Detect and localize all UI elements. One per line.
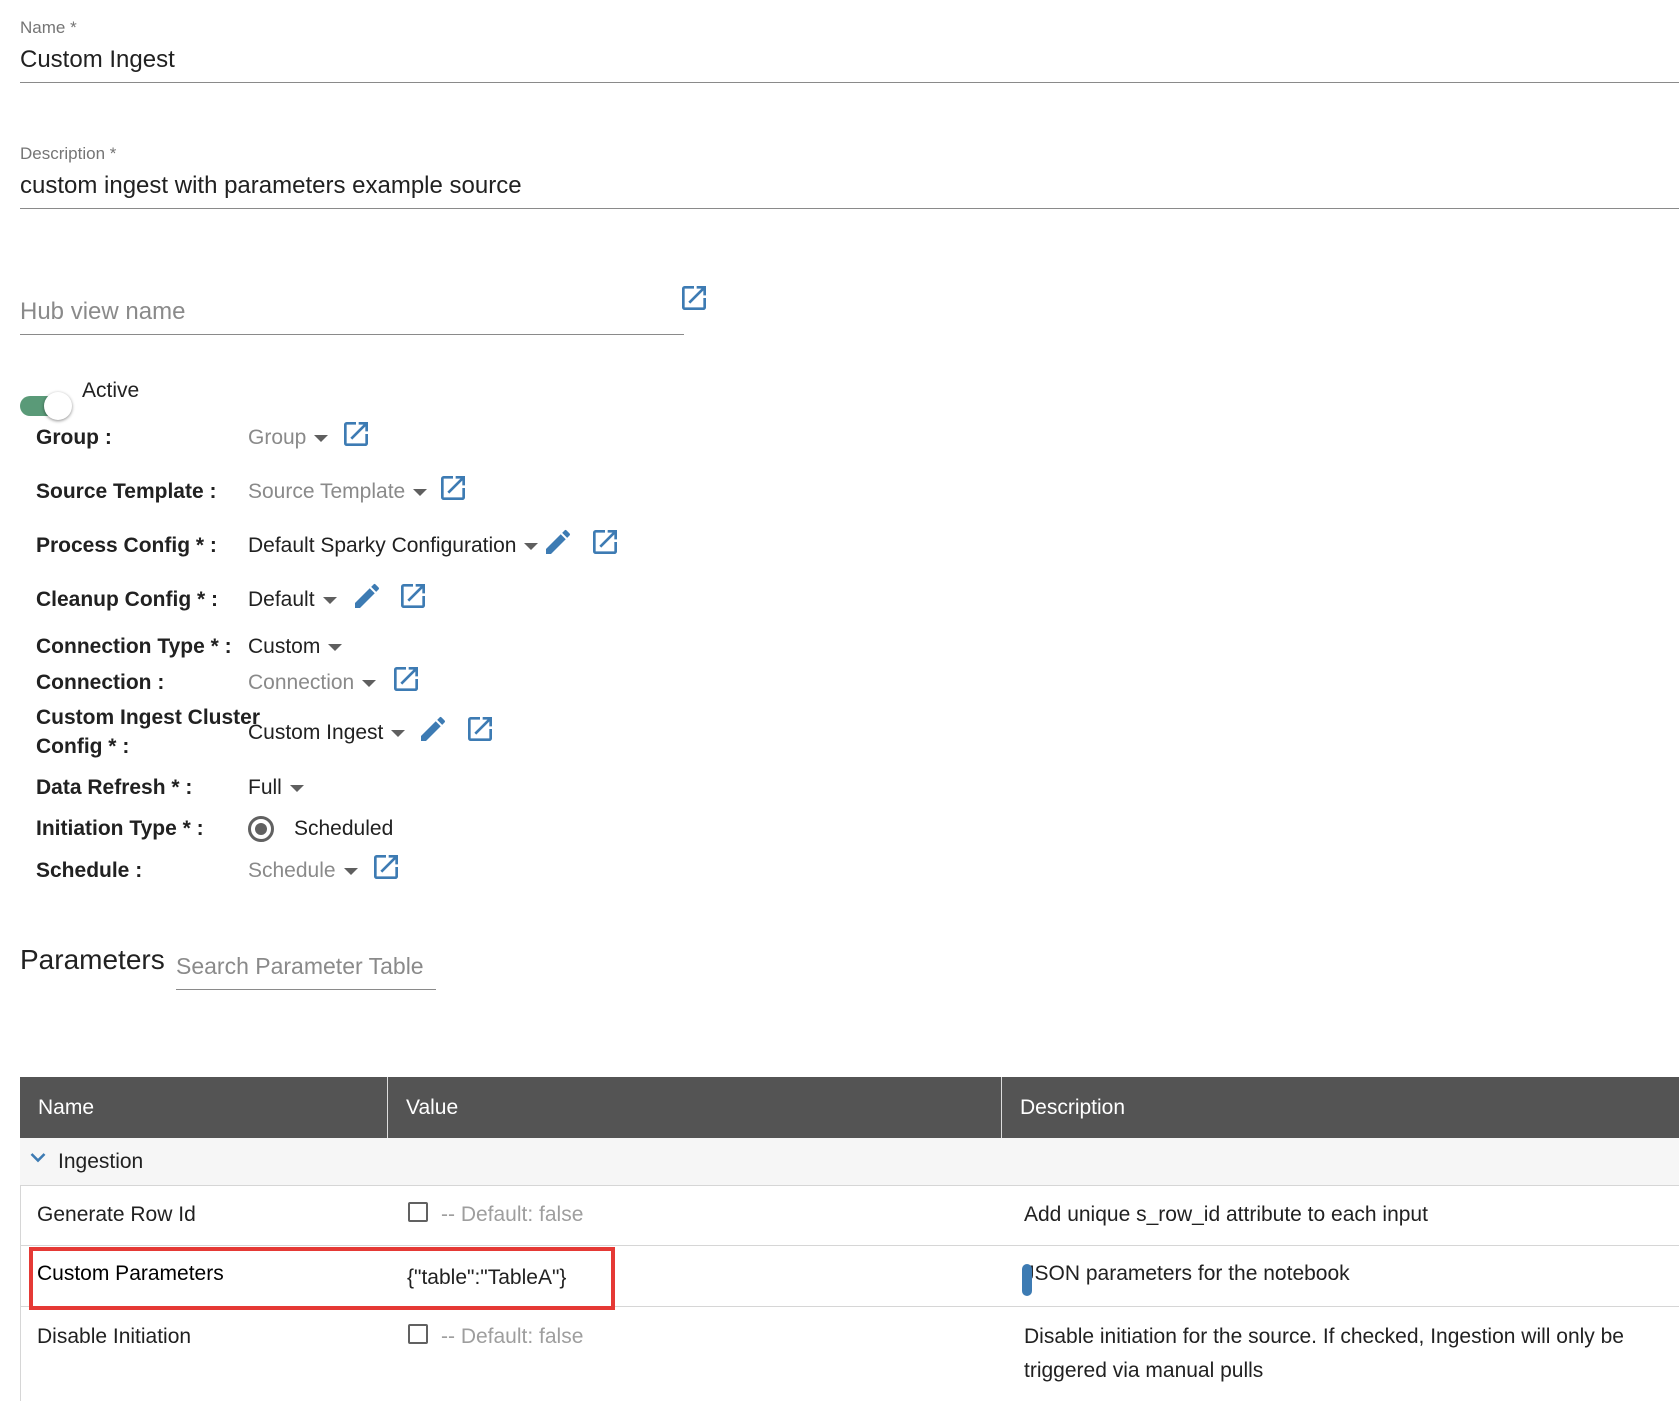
name-label: Name * xyxy=(20,18,77,37)
parameters-table-header: Name Value Description xyxy=(20,1077,1679,1138)
cleanup-config-pencil-icon[interactable] xyxy=(351,580,383,612)
custom-ingest-cluster-select-value: Custom Ingest xyxy=(248,721,384,744)
row-description-line2: triggered via manual pulls xyxy=(1024,1359,1264,1382)
connection-type-select[interactable]: Custom xyxy=(248,632,343,662)
row-name: Disable Initiation xyxy=(37,1325,192,1348)
custom-ingest-cluster-label-line2: Config * : xyxy=(36,735,130,758)
chevron-down-icon xyxy=(524,542,539,550)
row-description-line1: Disable initiation for the source. If ch… xyxy=(1024,1325,1624,1348)
name-underline xyxy=(20,82,1679,83)
chevron-down-icon[interactable] xyxy=(30,1152,46,1164)
process-config-pencil-icon[interactable] xyxy=(542,526,574,558)
active-label: Active xyxy=(82,379,140,402)
data-refresh-select[interactable]: Full xyxy=(248,773,304,803)
external-link-icon[interactable] xyxy=(678,282,710,314)
row-default-value: -- Default: false xyxy=(441,1325,584,1348)
highlight-annotation-box xyxy=(29,1247,615,1310)
table-row: Disable Initiation -- Default: false Dis… xyxy=(20,1307,1679,1401)
chevron-down-icon xyxy=(413,488,428,496)
custom-ingest-cluster-external-link-icon[interactable] xyxy=(464,713,496,745)
parameter-search-input[interactable] xyxy=(176,950,446,982)
initiation-type-label: Initiation Type * : xyxy=(36,817,204,840)
chevron-down-icon xyxy=(343,867,358,875)
column-header-name[interactable]: Name xyxy=(20,1077,94,1138)
connection-external-link-icon[interactable] xyxy=(390,663,422,695)
column-header-value[interactable]: Value xyxy=(388,1077,458,1138)
row-description: Add unique s_row_id attribute to each in… xyxy=(1024,1203,1428,1226)
source-template-select-value: Source Template xyxy=(248,480,406,503)
row-description: JSON parameters for the notebook xyxy=(1024,1262,1350,1285)
process-config-external-link-icon[interactable] xyxy=(589,526,621,558)
connection-select[interactable]: Connection xyxy=(248,668,377,698)
chevron-down-icon xyxy=(322,596,337,604)
data-refresh-select-value: Full xyxy=(248,776,282,799)
group-label: Group : xyxy=(36,426,112,449)
process-config-select-value: Default Sparky Configuration xyxy=(248,534,517,557)
radio-selected-dot xyxy=(255,823,267,835)
data-refresh-label: Data Refresh * : xyxy=(36,776,193,799)
description-input[interactable]: custom ingest with parameters example so… xyxy=(20,172,522,200)
disable-initiation-checkbox[interactable] xyxy=(408,1324,428,1344)
ingestion-group-label: Ingestion xyxy=(58,1150,144,1173)
connection-select-value: Connection xyxy=(248,671,355,694)
group-external-link-icon[interactable] xyxy=(340,418,372,450)
schedule-external-link-icon[interactable] xyxy=(370,851,402,883)
scheduled-radio-label: Scheduled xyxy=(294,817,394,840)
hub-view-underline xyxy=(20,334,684,335)
custom-ingest-cluster-select[interactable]: Custom Ingest xyxy=(248,718,406,748)
ingestion-group-row[interactable]: Ingestion xyxy=(20,1138,1679,1186)
process-config-select[interactable]: Default Sparky Configuration xyxy=(248,531,539,561)
active-toggle-thumb[interactable] xyxy=(44,392,72,420)
description-label: Description * xyxy=(20,144,117,163)
group-select[interactable]: Group xyxy=(248,423,329,453)
schedule-select-value: Schedule xyxy=(248,859,336,882)
custom-ingest-cluster-label-line1: Custom Ingest Cluster xyxy=(36,706,261,729)
process-config-label: Process Config * : xyxy=(36,534,217,557)
group-select-value: Group xyxy=(248,426,307,449)
name-input[interactable]: Custom Ingest xyxy=(20,46,175,74)
table-row: Generate Row Id -- Default: false Add un… xyxy=(20,1185,1679,1246)
chevron-down-icon xyxy=(289,784,304,792)
cleanup-config-label: Cleanup Config * : xyxy=(36,588,218,611)
search-underline xyxy=(176,989,436,990)
cleanup-config-select[interactable]: Default xyxy=(248,585,337,615)
schedule-select[interactable]: Schedule xyxy=(248,856,358,886)
connection-type-label: Connection Type * : xyxy=(36,635,232,658)
custom-ingest-cluster-pencil-icon[interactable] xyxy=(417,713,449,745)
connection-type-select-value: Custom xyxy=(248,635,321,658)
chevron-down-icon xyxy=(328,643,343,651)
source-template-select[interactable]: Source Template xyxy=(248,477,428,507)
parameters-title: Parameters xyxy=(20,944,165,975)
cleanup-config-external-link-icon[interactable] xyxy=(397,580,429,612)
row-name: Generate Row Id xyxy=(37,1203,196,1226)
scheduled-radio[interactable] xyxy=(248,816,274,842)
radio-outer xyxy=(248,816,274,842)
column-header-description[interactable]: Description xyxy=(1002,1077,1125,1138)
description-underline xyxy=(20,208,1679,209)
row-default-value: -- Default: false xyxy=(441,1203,584,1226)
hub-view-name-input[interactable]: Hub view name xyxy=(20,298,185,326)
resize-handle[interactable] xyxy=(1022,1264,1032,1296)
generate-row-id-checkbox[interactable] xyxy=(408,1202,428,1222)
chevron-down-icon xyxy=(362,679,377,687)
connection-label: Connection : xyxy=(36,671,165,694)
chevron-down-icon xyxy=(314,434,329,442)
source-template-external-link-icon[interactable] xyxy=(437,472,469,504)
schedule-label: Schedule : xyxy=(36,859,143,882)
chevron-down-icon xyxy=(391,729,406,737)
source-template-label: Source Template : xyxy=(36,480,217,503)
cleanup-config-select-value: Default xyxy=(248,588,315,611)
